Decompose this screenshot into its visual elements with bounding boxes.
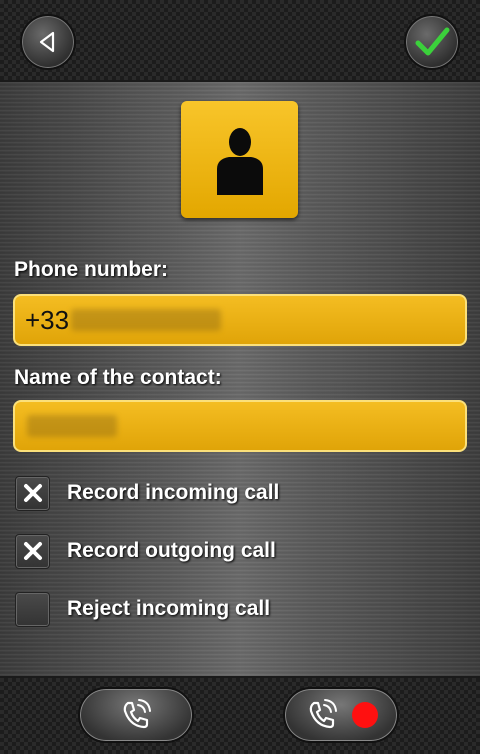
phone-number-redacted — [71, 309, 222, 331]
bottom-toolbar — [0, 676, 480, 754]
record-outgoing-label: Record outgoing call — [67, 539, 276, 562]
record-dot-icon — [352, 702, 378, 728]
record-outgoing-option[interactable]: Record outgoing call — [15, 533, 276, 569]
reject-incoming-label: Reject incoming call — [67, 597, 271, 620]
person-silhouette-icon — [216, 127, 263, 195]
back-button[interactable] — [20, 14, 76, 70]
record-incoming-option[interactable]: Record incoming call — [15, 475, 279, 511]
record-call-button[interactable] — [283, 687, 399, 743]
contact-name-redacted — [27, 415, 117, 437]
record-outgoing-checkbox[interactable] — [15, 533, 50, 569]
reject-incoming-option[interactable]: Reject incoming call — [15, 591, 270, 627]
cross-check-icon — [23, 542, 42, 560]
record-incoming-label: Record incoming call — [67, 481, 280, 504]
back-triangle-icon — [39, 31, 55, 53]
phone-number-field[interactable]: +33 — [13, 294, 467, 346]
phone-ringing-icon — [309, 699, 337, 729]
phone-ringing-icon — [123, 699, 151, 729]
confirm-button[interactable] — [404, 14, 460, 70]
phone-number-value: +33 — [25, 304, 70, 335]
phone-number-label: Phone number: — [14, 258, 169, 281]
record-incoming-checkbox[interactable] — [15, 475, 50, 511]
reject-incoming-checkbox[interactable] — [15, 591, 50, 627]
cross-check-icon — [23, 484, 42, 502]
checkmark-icon — [415, 27, 450, 56]
contact-name-field[interactable] — [13, 400, 467, 452]
contact-name-label: Name of the contact: — [14, 366, 222, 389]
contact-avatar-button[interactable] — [181, 101, 298, 218]
call-button[interactable] — [78, 687, 194, 743]
